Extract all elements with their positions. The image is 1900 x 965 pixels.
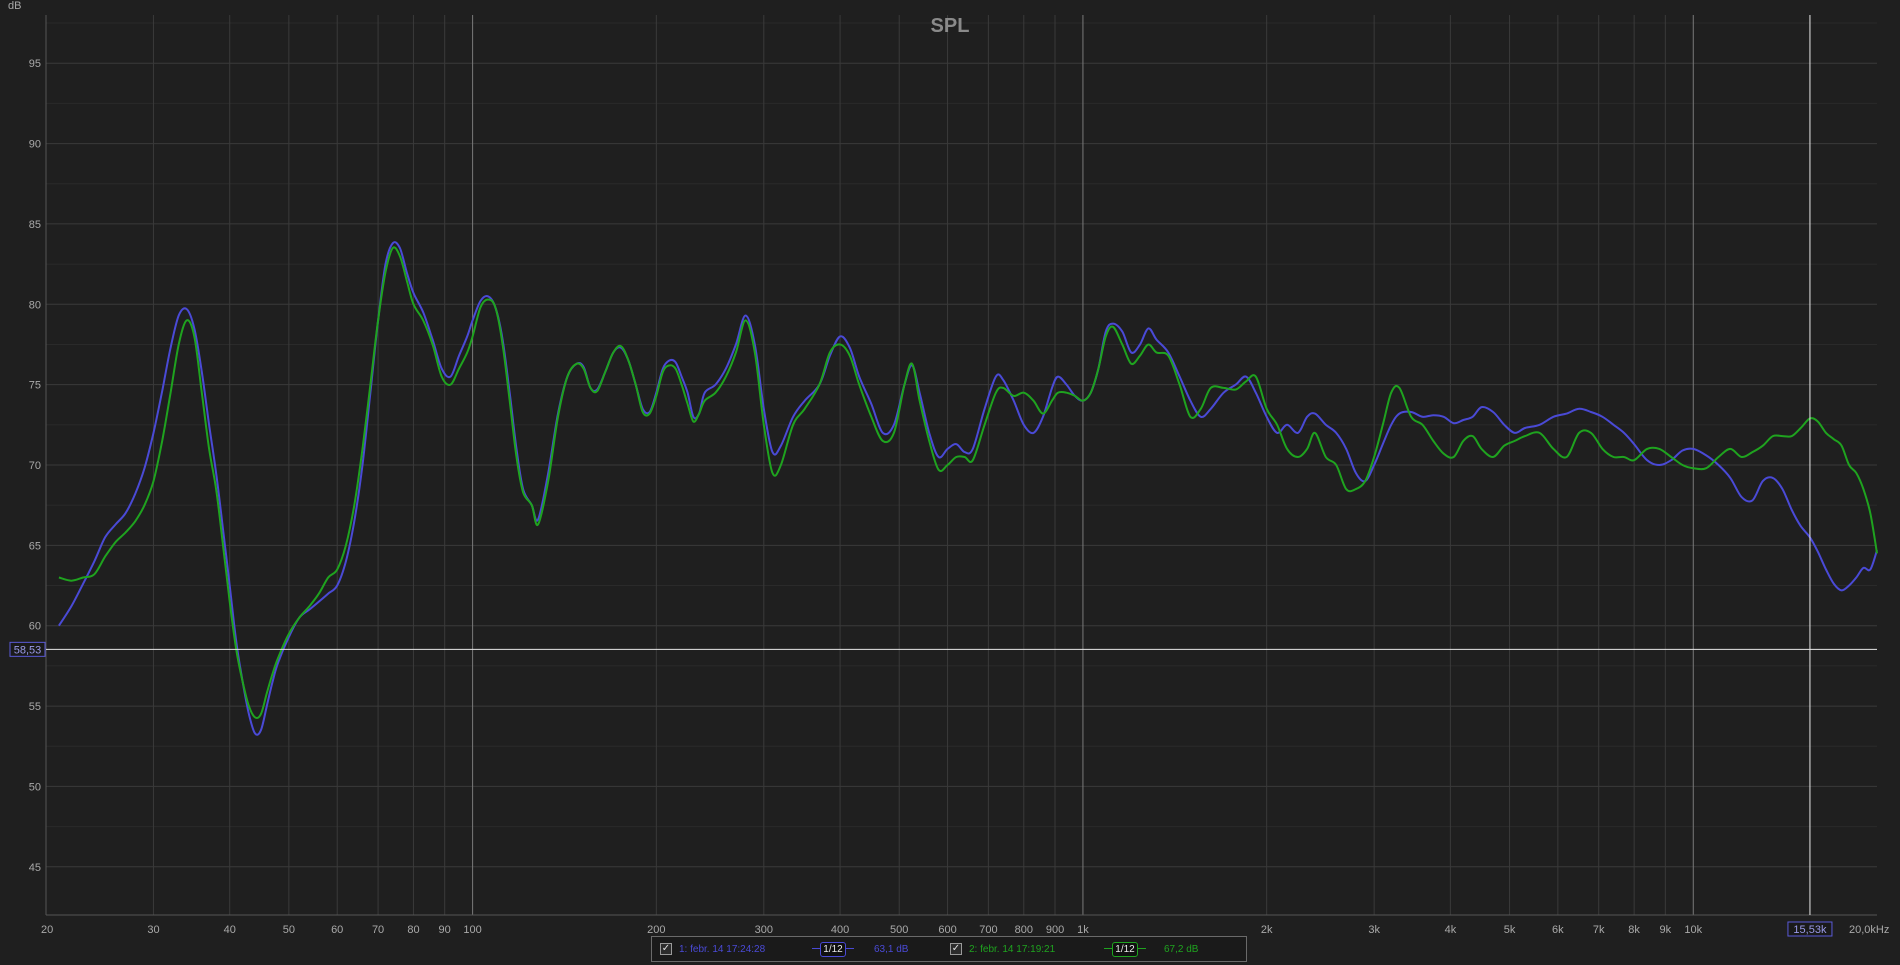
series-2-smoothing-button[interactable]: 1/12 <box>1112 942 1138 957</box>
chart-title: SPL <box>931 15 970 37</box>
x-tick-label: 700 <box>979 924 997 936</box>
series-1-smoothing-button[interactable]: 1/12 <box>820 942 846 957</box>
y-axis-tick-labels: 95 90 85 80 75 70 65 60 55 50 45 <box>29 58 41 874</box>
x-tick-label: 900 <box>1046 924 1064 936</box>
x-tick-label: 90 <box>439 924 451 936</box>
x-tick-label: 6k <box>1552 924 1564 936</box>
series-1-line-sample <box>812 948 820 949</box>
series-2-checkbox[interactable]: ✓ <box>950 943 962 955</box>
x-tick-label: 10k <box>1684 924 1702 936</box>
x-tick-label: 20 <box>41 924 53 936</box>
x-tick-label: 600 <box>938 924 956 936</box>
legend-bar: ✓ 1: febr. 14 17:24:28 1/12 63,1 dB ✓ 2:… <box>651 936 1247 962</box>
x-tick-label: 9k <box>1660 924 1672 936</box>
x-tick-label: 30 <box>147 924 159 936</box>
x-tick-label: 7k <box>1593 924 1605 936</box>
x-tick-label: 80 <box>407 924 419 936</box>
x-tick-label: 70 <box>372 924 384 936</box>
spl-chart[interactable]: 20 30 40 50 60 70 80 90 100 200 300 400 500 600 700 800… <box>0 0 1900 965</box>
x-tick-label: 1k <box>1077 924 1089 936</box>
y-axis-unit-label: dB <box>8 0 21 12</box>
x-tick-label: 500 <box>890 924 908 936</box>
x-tick-label: 200 <box>647 924 665 936</box>
x-tick-label: 5k <box>1504 924 1516 936</box>
series-2-line-sample <box>1104 948 1112 949</box>
y-tick-label: 75 <box>29 380 41 392</box>
series-2-name: 2: febr. 14 17:19:21 <box>969 944 1056 955</box>
series-1-level: 63,1 dB <box>874 944 909 955</box>
y-tick-label: 85 <box>29 219 41 231</box>
x-axis-tick-labels: 20 30 40 50 60 70 80 90 100 200 300 400 500 600 700 800… <box>41 924 1889 936</box>
x-tick-label: 4k <box>1445 924 1457 936</box>
x-tick-label: 60 <box>331 924 343 936</box>
cursor-y-readout: 58,53 <box>14 644 42 656</box>
x-tick-label: 50 <box>283 924 295 936</box>
y-tick-label: 45 <box>29 862 41 874</box>
y-tick-label: 65 <box>29 540 41 552</box>
x-tick-label: 400 <box>831 924 849 936</box>
x-tick-label: 300 <box>755 924 773 936</box>
x-tick-label: 100 <box>463 924 481 936</box>
y-tick-label: 60 <box>29 621 41 633</box>
y-tick-label: 70 <box>29 460 41 472</box>
series-1-checkbox[interactable]: ✓ <box>660 943 672 955</box>
y-tick-label: 55 <box>29 701 41 713</box>
x-tick-label: 2k <box>1261 924 1273 936</box>
x-tick-label: 40 <box>224 924 236 936</box>
y-tick-label: 90 <box>29 139 41 151</box>
series-1-smoothing-value: 1/12 <box>823 944 843 955</box>
y-tick-label: 80 <box>29 299 41 311</box>
series-1-name: 1: febr. 14 17:24:28 <box>679 944 766 955</box>
series-2-level: 67,2 dB <box>1164 944 1199 955</box>
series-2-smoothing-value: 1/12 <box>1115 944 1135 955</box>
series-2-line-sample-right <box>1138 948 1146 949</box>
x-tick-label: 3k <box>1368 924 1380 936</box>
x-tick-label: 800 <box>1015 924 1033 936</box>
cursor-x-readout: 15,53k <box>1793 924 1827 936</box>
series-1-line-sample-right <box>846 948 854 949</box>
y-tick-label: 50 <box>29 781 41 793</box>
x-tick-label: 20,0kHz <box>1849 924 1889 936</box>
y-tick-label: 95 <box>29 58 41 70</box>
x-tick-label: 8k <box>1628 924 1640 936</box>
